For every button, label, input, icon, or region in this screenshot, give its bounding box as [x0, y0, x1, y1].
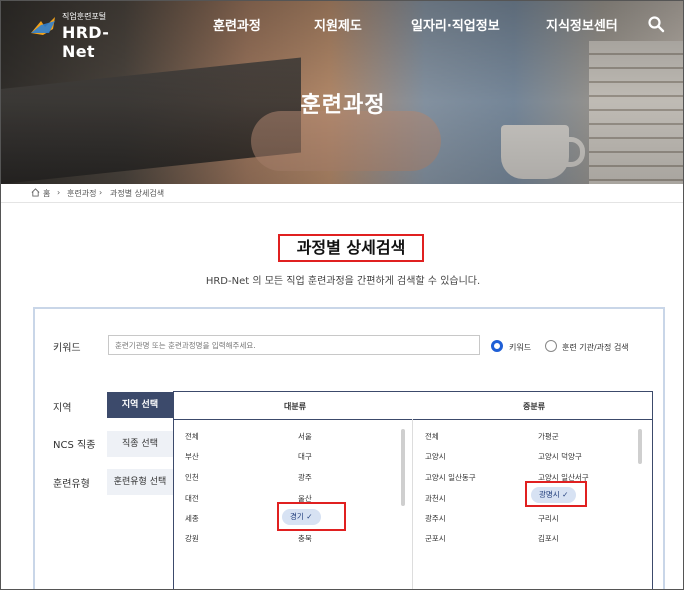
- breadcrumb-training[interactable]: 훈련과정: [67, 188, 96, 199]
- chevron-right-icon: ›: [99, 188, 103, 197]
- keyword-label: 키워드: [53, 343, 81, 354]
- major-option[interactable]: 강원: [185, 533, 199, 544]
- highlight-major: [277, 502, 346, 531]
- logo-mark-icon: [31, 17, 55, 35]
- major-option[interactable]: 대구: [298, 451, 312, 462]
- page-description: HRD-Net 의 모든 직업 훈련과정을 간편하게 검색할 수 있습니다.: [205, 276, 481, 287]
- logo-subtitle: 직업훈련포털: [62, 12, 107, 21]
- radio-institution-label: 훈련 기관/과정 검색: [562, 343, 629, 352]
- breadcrumb-current: 과정별 상세검색: [110, 189, 165, 198]
- major-option[interactable]: 인천: [185, 472, 199, 483]
- minor-scrollbar[interactable]: [638, 429, 642, 464]
- minor-option[interactable]: 과천시: [425, 493, 446, 504]
- type-label: 훈련유형: [53, 479, 90, 490]
- chevron-right-icon: ›: [57, 188, 61, 197]
- radio-keyword[interactable]: [491, 340, 503, 352]
- major-scrollbar[interactable]: [401, 429, 405, 506]
- breadcrumb-home[interactable]: 홈: [43, 188, 50, 199]
- minor-option[interactable]: 군포시: [425, 533, 446, 544]
- logo-title: HRD-Net: [62, 23, 110, 61]
- page-title: 과정별 상세검색: [278, 234, 424, 262]
- minor-option[interactable]: 고양시: [425, 451, 446, 462]
- breadcrumb: 홈 › 훈련과정 › 과정별 상세검색: [1, 184, 683, 203]
- minor-option[interactable]: 구리시: [538, 513, 559, 524]
- major-option[interactable]: 서울: [298, 431, 312, 442]
- major-option[interactable]: 세종: [185, 513, 199, 524]
- minor-option[interactable]: 광주시: [425, 513, 446, 524]
- hero-banner: 직업훈련포털 HRD-Net 훈련과정 지원제도 일자리·직업정보 지식정보센터…: [1, 1, 683, 184]
- type-select-button[interactable]: 훈련유형 선택: [107, 469, 173, 495]
- minor-option[interactable]: 김포시: [538, 533, 559, 544]
- major-option[interactable]: 광주: [298, 472, 312, 483]
- nav-training[interactable]: 훈련과정: [213, 15, 261, 34]
- region-select-button[interactable]: 지역 선택: [107, 392, 173, 418]
- radio-institution[interactable]: [545, 340, 557, 352]
- minor-option[interactable]: 가평군: [538, 431, 559, 442]
- nav-jobs[interactable]: 일자리·직업정보: [411, 15, 500, 34]
- home-icon[interactable]: [31, 188, 40, 197]
- minor-option[interactable]: 고양시 덕양구: [538, 451, 582, 462]
- region-label: 지역: [53, 403, 72, 414]
- page-frame: 직업훈련포털 HRD-Net 훈련과정 지원제도 일자리·직업정보 지식정보센터…: [0, 0, 684, 590]
- hero-title: 훈련과정: [300, 93, 386, 118]
- major-option[interactable]: 충북: [298, 533, 312, 544]
- nav-knowledge[interactable]: 지식정보센터: [546, 15, 618, 34]
- major-option[interactable]: 부산: [185, 451, 199, 462]
- minor-option[interactable]: 전체: [425, 431, 439, 442]
- major-option[interactable]: 전체: [185, 431, 199, 442]
- major-header: 대분류: [284, 402, 307, 411]
- ncs-label: NCS 직종: [53, 440, 96, 451]
- radio-keyword-label: 키워드: [509, 343, 532, 352]
- site-logo[interactable]: 직업훈련포털 HRD-Net: [29, 9, 139, 61]
- keyword-input[interactable]: 훈련기관명 또는 훈련과정명을 입력해주세요.: [108, 335, 480, 355]
- minor-option[interactable]: 고양시 일산동구: [425, 472, 476, 483]
- search-icon[interactable]: [647, 15, 665, 33]
- nav-support[interactable]: 지원제도: [314, 15, 362, 34]
- major-option[interactable]: 대전: [185, 493, 199, 504]
- minor-header: 중분류: [523, 402, 546, 411]
- highlight-minor: [525, 481, 587, 507]
- ncs-select-button[interactable]: 직종 선택: [107, 431, 173, 457]
